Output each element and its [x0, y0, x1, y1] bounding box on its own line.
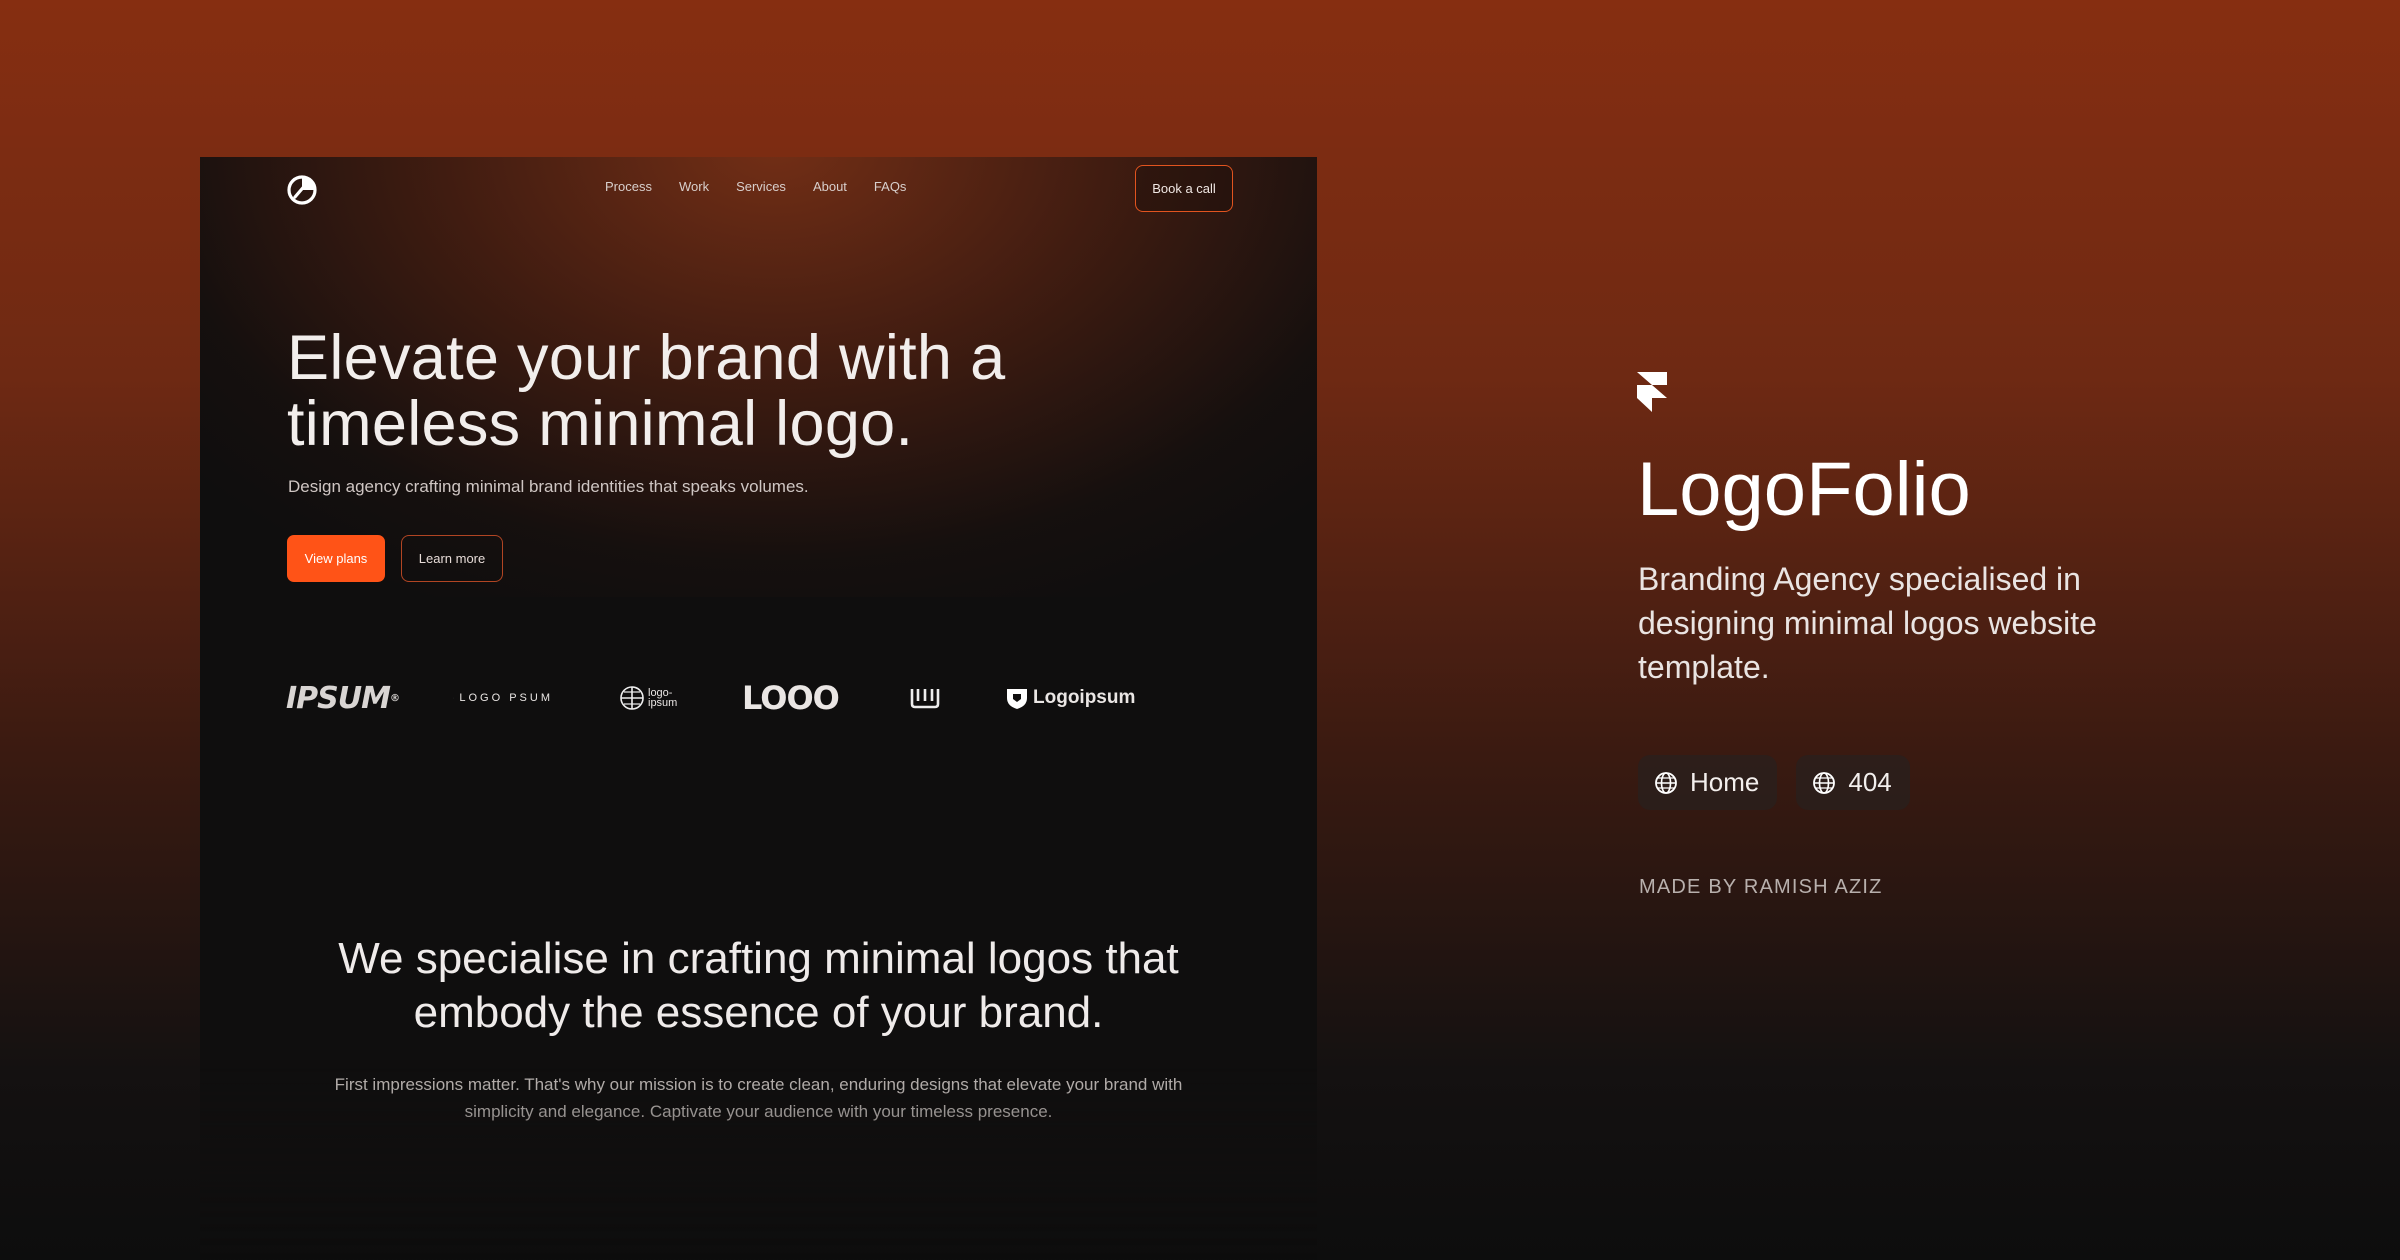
section-text: First impressions matter. That's why our…	[200, 1071, 1317, 1125]
hero-title-line1: Elevate your brand with a	[287, 323, 1006, 393]
client-logo-mark	[910, 686, 940, 710]
page-link-404[interactable]: 404	[1796, 755, 1910, 810]
framer-icon	[1637, 372, 1667, 412]
hero-title: Elevate your brand with a timeless minim…	[287, 325, 1107, 457]
author-credit[interactable]: MADE BY RAMISH AZIZ	[1639, 876, 1883, 899]
striped-circle-icon	[620, 686, 644, 710]
hero-title-line2: timeless minimal logo.	[287, 389, 914, 459]
client-logo-logoipsum: Logoipsum	[1005, 686, 1135, 710]
page-link-404-label: 404	[1848, 767, 1892, 797]
section-text-line1: First impressions matter. That's why our…	[334, 1075, 1183, 1094]
globe-icon	[1655, 771, 1677, 794]
nav-link-process[interactable]: Process	[605, 179, 652, 194]
client-logo-circle: logo- ipsum	[620, 686, 686, 710]
learn-more-button[interactable]: Learn more	[401, 535, 503, 582]
nav-link-about[interactable]: About	[813, 179, 847, 194]
client-logo-circle-bottom: ipsum	[648, 697, 678, 709]
page-list: Home 404	[1638, 755, 1910, 810]
view-plans-button[interactable]: View plans	[287, 535, 385, 582]
brand-logo-icon[interactable]	[286, 174, 318, 206]
page-link-home[interactable]: Home	[1638, 755, 1778, 810]
page-link-home-label: Home	[1690, 767, 1760, 797]
client-logo-logopsum: LOGO PSUM	[453, 690, 553, 706]
section-title-line1: We specialise in crafting minimal logos …	[338, 934, 1179, 983]
client-logo-circle-text: logo- ipsum	[648, 688, 678, 709]
section-title: We specialise in crafting minimal logos …	[200, 932, 1317, 1040]
monogram-icon	[910, 689, 940, 709]
client-logo-strip: IPSUM ® LOGO PSUM logo- ipsum LOOO Logoi…	[286, 669, 1135, 727]
client-logo-ipsum: IPSUM ®	[286, 681, 400, 716]
client-logo-loop: LOOO	[742, 679, 846, 717]
client-logo-logoipsum-text: Logoipsum	[1033, 687, 1136, 708]
template-description: Branding Agency specialised in designing…	[1638, 561, 2097, 685]
top-nav: Process Work Services About FAQs	[605, 179, 906, 194]
section-title-line2: embody the essence of your brand.	[413, 988, 1104, 1037]
globe-icon	[1813, 771, 1836, 794]
nav-link-work[interactable]: Work	[679, 179, 709, 194]
client-logo-logopsum-text: LOGO PSUM	[459, 692, 553, 704]
nav-link-faqs[interactable]: FAQs	[874, 179, 907, 194]
nav-link-services[interactable]: Services	[736, 179, 786, 194]
registered-mark-icon: ®	[389, 692, 400, 704]
hero-subtitle: Design agency crafting minimal brand ide…	[288, 477, 809, 496]
template-preview: Process Work Services About FAQs Book a …	[200, 157, 1317, 1260]
template-title: LogoFolio	[1637, 447, 1971, 532]
book-call-button[interactable]: Book a call	[1135, 165, 1233, 212]
client-logo-ipsum-text: IPSUM	[286, 680, 391, 716]
client-logo-loop-text: LOOO	[742, 679, 840, 717]
section-text-line2: simplicity and elegance. Captivate your …	[464, 1102, 1053, 1121]
shield-icon	[1007, 689, 1027, 709]
